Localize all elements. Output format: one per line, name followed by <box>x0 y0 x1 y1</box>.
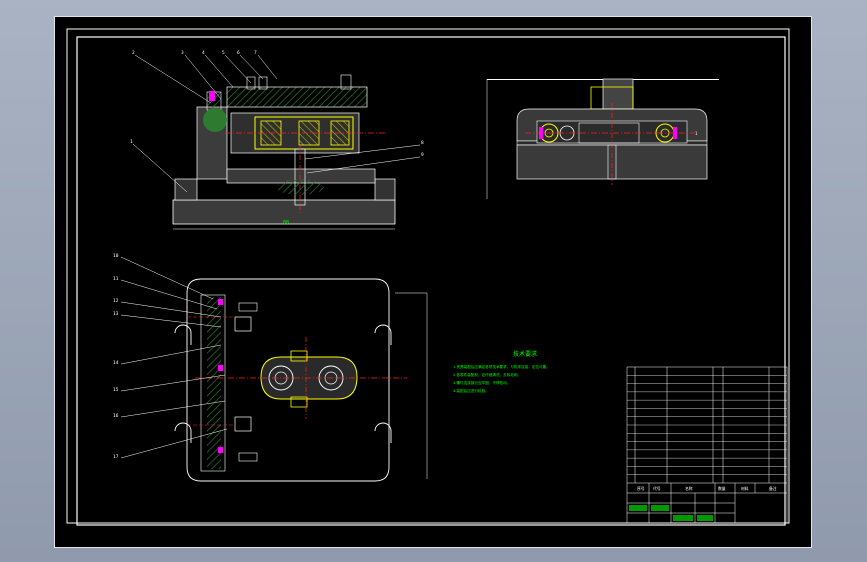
balloon-8: 8 <box>421 140 424 146</box>
bom-rows <box>627 375 787 475</box>
balloon-11: 11 <box>113 276 119 282</box>
balloon-14: 14 <box>113 360 119 366</box>
balloon-4: 4 <box>202 50 205 56</box>
balloon-16: 16 <box>113 413 119 419</box>
bill-of-materials <box>626 366 788 524</box>
tech-line-3: 3.螺钉连接部分应牢固，不得松动。 <box>453 380 510 385</box>
balloon-9: 9 <box>421 152 424 158</box>
balloon-3: 3 <box>181 50 184 56</box>
balloon-13: 13 <box>113 311 119 317</box>
balloon-10: 10 <box>113 253 119 259</box>
balloon-6: 6 <box>237 50 240 56</box>
balloon-12: 12 <box>113 298 119 304</box>
title-col-2: 代号 <box>653 486 661 491</box>
plan-view <box>174 278 428 482</box>
cad-drawing-canvas: 88 2 3 4 5 6 7 1 8 9 1 10 11 12 13 14 15… <box>66 28 790 526</box>
balloons-plan: 10 11 12 13 14 15 16 17 <box>113 253 119 460</box>
title-col-4: 数量 <box>718 486 726 491</box>
balloon-2: 2 <box>132 50 135 56</box>
title-col-3: 名称 <box>685 486 693 491</box>
front-dim: 88 <box>283 220 289 226</box>
tech-line-1: 1.夹具装配后应满足各项技术要求，与机床连接，定位可靠。 <box>453 364 550 369</box>
title-col-5: 材料 <box>741 486 749 491</box>
outer-border <box>66 28 790 524</box>
tech-title: 技术要求 <box>513 350 537 358</box>
tech-line-4: 4.装配后应进行检验。 <box>453 388 489 393</box>
tech-line-2: 2.各零件装配前，应仔细清洗，去除毛刺。 <box>453 372 521 377</box>
title-col-1: 序号 <box>637 486 645 491</box>
title-block-header: 序号 代号 名称 数量 材料 备注 <box>637 486 777 491</box>
balloon-5: 5 <box>222 50 225 56</box>
balloon-7: 7 <box>254 50 257 56</box>
balloon-1: 1 <box>130 139 133 145</box>
balloon-15: 15 <box>113 387 119 393</box>
balloon-17: 17 <box>113 454 119 460</box>
title-col-6: 备注 <box>769 486 777 491</box>
clamp-plate-hatched <box>226 86 368 108</box>
cad-drawing-viewport[interactable]: 88 2 3 4 5 6 7 1 8 9 1 10 11 12 13 14 15… <box>54 16 812 548</box>
side-view: 1 <box>486 78 719 199</box>
technical-requirements: 技术要求 1.夹具装配后应满足各项技术要求，与机床连接，定位可靠。 2.各零件装… <box>453 350 550 393</box>
